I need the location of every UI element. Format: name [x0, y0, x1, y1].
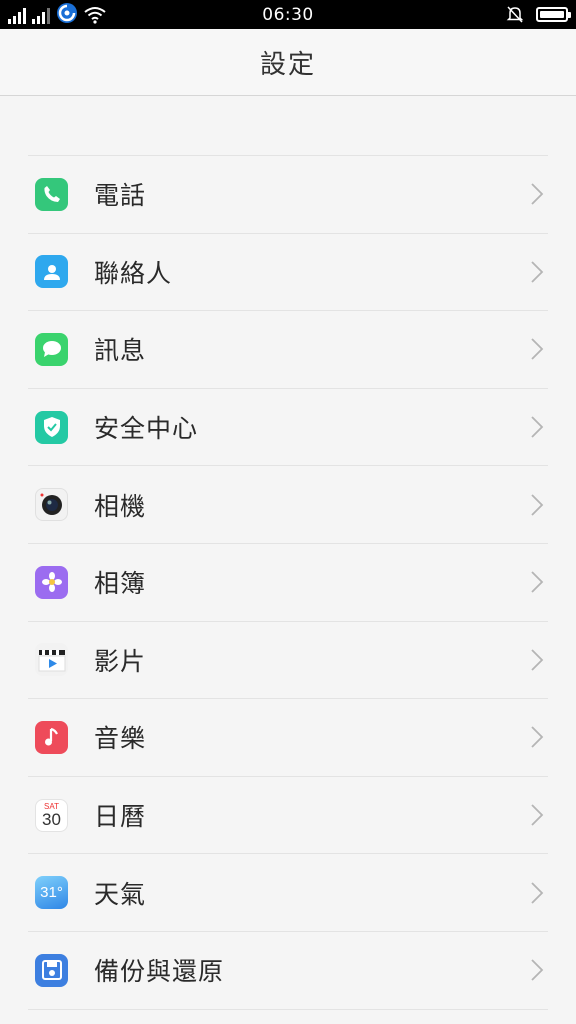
- settings-item-label: 電話: [94, 181, 147, 211]
- settings-item-label: 日曆: [94, 802, 147, 832]
- settings-item-phone[interactable]: 電話: [28, 156, 548, 234]
- settings-item-calendar[interactable]: SAT 30 日曆: [28, 777, 548, 855]
- phone-icon: [35, 177, 68, 211]
- contacts-icon: [35, 255, 68, 289]
- weather-icon: 31°: [35, 876, 68, 910]
- status-bar: 06:30: [0, 0, 576, 29]
- settings-item-photos[interactable]: 相簿: [28, 544, 548, 622]
- camera-icon: [35, 488, 68, 522]
- settings-item-label: 相簿: [94, 569, 147, 599]
- settings-item-security-center[interactable]: 安全中心: [28, 389, 548, 467]
- settings-item-weather[interactable]: 31° 天氣: [28, 854, 548, 932]
- chevron-right-icon: [531, 338, 544, 361]
- photos-flower-icon: [35, 565, 68, 599]
- chevron-right-icon: [531, 183, 544, 205]
- settings-item-label: 訊息: [94, 336, 147, 366]
- settings-item-videos[interactable]: 影片: [28, 622, 548, 700]
- chevron-right-icon: [531, 494, 544, 516]
- settings-item-label: 天氣: [94, 879, 147, 909]
- settings-item-label: 備份與還原: [94, 957, 225, 987]
- chevron-right-icon: [531, 959, 544, 981]
- chevron-right-icon: [531, 571, 544, 593]
- chevron-right-icon: [531, 726, 544, 749]
- security-shield-icon: [35, 410, 68, 444]
- weather-temp: 31°: [40, 884, 63, 902]
- video-clapper-icon: [35, 643, 68, 677]
- status-time: 06:30: [262, 5, 314, 25]
- music-note-icon: [35, 720, 68, 754]
- chevron-right-icon: [531, 261, 544, 283]
- settings-item-label: 相機: [94, 491, 147, 521]
- title-bar: 設定: [0, 29, 576, 96]
- battery-icon: [536, 6, 571, 22]
- settings-item-music[interactable]: 音樂: [28, 699, 548, 777]
- settings-item-camera[interactable]: 相機: [28, 466, 548, 544]
- settings-item-label: 聯絡人: [94, 258, 173, 288]
- chevron-right-icon: [531, 804, 544, 826]
- message-icon: [35, 332, 68, 366]
- chevron-right-icon: [531, 416, 544, 438]
- calendar-icon: SAT 30: [35, 798, 68, 832]
- settings-item-label: 影片: [94, 646, 147, 676]
- settings-item-backup-restore[interactable]: 備份與還原: [28, 932, 548, 1010]
- settings-item-contacts[interactable]: 聯絡人: [28, 234, 548, 312]
- settings-item-label: 安全中心: [94, 414, 199, 444]
- silent-bell-icon: [506, 6, 524, 23]
- chevron-right-icon: [531, 882, 544, 904]
- settings-list: 電話 聯絡人 訊息 安全中心 相機 相簿 影片 音樂 SAT 30 日曆 31°…: [28, 155, 548, 1010]
- settings-item-label: 音樂: [94, 724, 147, 754]
- page-title: 設定: [259, 49, 316, 80]
- settings-item-messages[interactable]: 訊息: [28, 311, 548, 389]
- backup-floppy-icon: [35, 953, 68, 987]
- calendar-day: 30: [42, 809, 61, 829]
- chevron-right-icon: [531, 649, 544, 671]
